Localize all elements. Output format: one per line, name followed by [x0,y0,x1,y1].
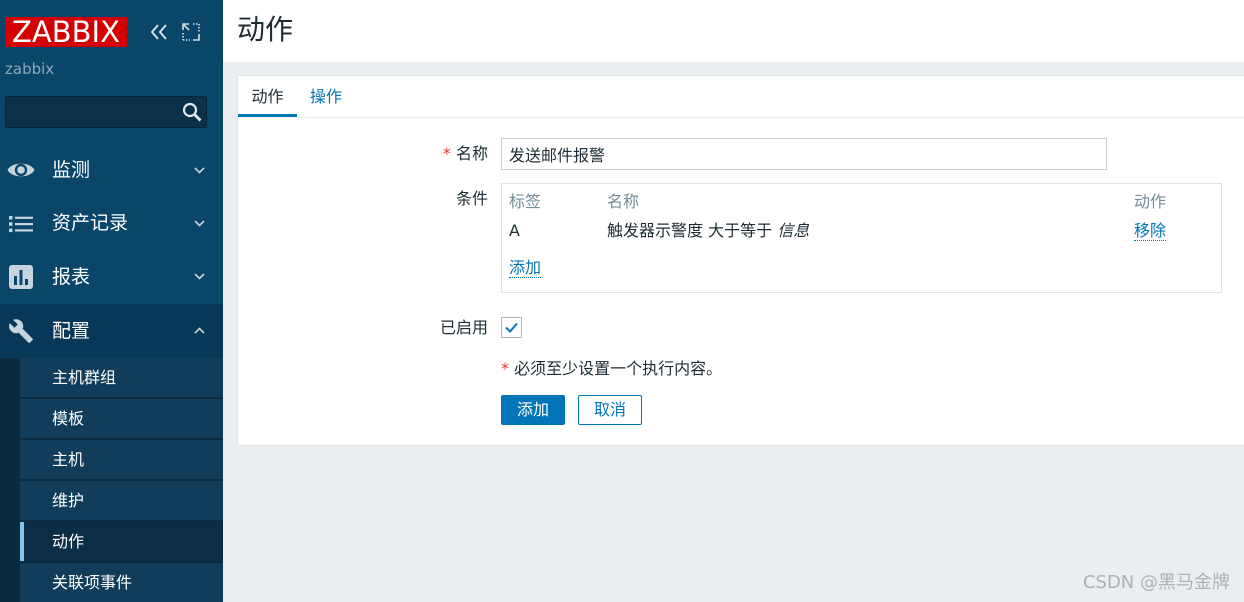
submenu-label: 关联项事件 [52,573,133,592]
submenu-label: 维护 [52,491,85,510]
chevron-down-icon [194,220,205,227]
zabbix-logo[interactable]: ZABBIX [5,17,127,48]
conditions-label: 条件 [455,189,488,208]
bar-chart-icon [9,265,33,293]
name-label-text: 名称 [455,144,488,163]
conditions-table: 标签 名称 动作 A 触发器示警度 大于等于 信息 移除 添加 [501,183,1222,293]
page-header: 动作 [223,0,1244,62]
kiosk-mode-icon[interactable] [182,23,200,45]
submenu-label: 模板 [52,409,85,428]
menu-label: 配置 [52,320,91,342]
condition-type: 触发器示警度 [607,221,704,240]
tab-divider [238,117,1244,118]
submenu-item-host-groups[interactable]: 主机群组 [20,358,223,399]
page-title: 动作 [237,13,294,46]
notice-text: 必须至少设置一个执行内容。 [514,359,723,378]
add-condition-link[interactable]: 添加 [509,258,542,278]
search-input[interactable] [6,97,176,127]
submenu-item-maintenance[interactable]: 维护 [20,481,223,522]
chevron-down-icon [194,273,205,280]
enabled-label: 已启用 [439,318,488,337]
remove-condition-link[interactable]: 移除 [1134,221,1167,241]
name-field[interactable] [501,138,1107,170]
menu-item-monitoring[interactable]: 监测 [0,144,223,197]
menu-label: 报表 [52,266,91,288]
add-button[interactable]: 添加 [501,395,565,425]
menu-label: 监测 [52,159,91,181]
submenu-item-templates[interactable]: 模板 [20,399,223,440]
name-label: * 名称 [288,144,488,164]
server-name: zabbix [5,60,55,78]
column-header-tag: 标签 [509,192,542,211]
menu-item-reports[interactable]: 报表 [0,250,223,304]
collapse-sidebar-icon[interactable] [149,23,169,45]
submenu-item-hosts[interactable]: 主机 [20,440,223,481]
submenu-label: 动作 [52,532,85,551]
operations-required-notice: * 必须至少设置一个执行内容。 [501,359,722,379]
condition-tag: A [509,221,520,240]
submenu-item-event-correlation[interactable]: 关联项事件 [20,563,223,602]
condition-operator: 大于等于 [708,221,773,240]
menu-item-inventory[interactable]: 资产记录 [0,197,223,250]
submenu-item-actions[interactable]: 动作 [20,522,223,563]
submenu-indent [0,358,20,602]
configuration-submenu: 主机群组 模板 主机 维护 动作 关联项事件 [0,358,223,602]
menu-item-configuration[interactable]: 配置 [0,304,223,358]
chevron-up-icon [194,327,205,334]
column-header-action: 动作 [1134,192,1167,211]
tab-operations[interactable]: 操作 [297,76,355,117]
tab-action[interactable]: 动作 [238,76,297,117]
list-icon [9,215,33,237]
eye-icon [7,160,35,184]
enabled-checkbox[interactable] [501,317,522,338]
sidebar-search [5,96,207,128]
required-mark: * [442,144,451,163]
action-form-panel: 动作 操作 * 名称 条件 标签 名称 动作 A 触发器示警度 大于等于 信息 … [237,75,1244,446]
csdn-watermark: CSDN @黑马金牌 [1082,572,1230,593]
submenu-label: 主机 [52,450,85,469]
chevron-down-icon [194,167,205,174]
column-header-name: 名称 [607,192,640,211]
search-icon[interactable] [182,102,202,122]
sidebar: ZABBIX zabbix 监测 资产记录 报表 配置 主机群组 模板 主机 维… [0,0,223,602]
wrench-icon [8,318,34,348]
cancel-button[interactable]: 取消 [578,395,642,425]
required-mark: * [501,359,509,378]
condition-description: 触发器示警度 大于等于 信息 [607,221,809,241]
menu-label: 资产记录 [52,212,129,234]
submenu-label: 主机群组 [52,368,117,387]
condition-value: 信息 [777,221,810,240]
checkmark-icon [505,322,518,333]
